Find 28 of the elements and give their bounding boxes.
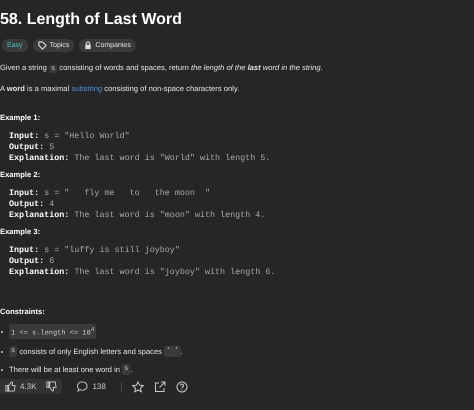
comments-button[interactable]: 138 (72, 379, 111, 394)
field-value: The last word is "joyboy" with length 6. (74, 267, 276, 277)
field-label: Explanation: (9, 210, 70, 220)
field-value: The last word is "World" with length 5. (74, 153, 270, 163)
field-label: Input: (9, 188, 40, 198)
lock-icon (84, 41, 92, 50)
field-value: 5 (49, 142, 54, 152)
comment-icon (77, 381, 88, 392)
help-icon[interactable] (176, 380, 188, 393)
field-label: Output: (9, 199, 44, 209)
field-label: Explanation: (9, 153, 70, 163)
field-label: Input: (9, 131, 40, 141)
field-value: The last word is "moon" with length 4. (74, 210, 266, 220)
problem-title: 58. Length of Last Word (0, 10, 183, 30)
share-icon[interactable] (154, 380, 166, 393)
field-label: Output: (9, 142, 44, 152)
field-label: Input: (9, 245, 40, 255)
field-value: s = "Hello World" (44, 131, 130, 141)
field-value: 6 (49, 256, 54, 266)
field-label: Explanation: (9, 267, 70, 277)
thumbs-up-icon (5, 381, 16, 392)
tag-icon (38, 41, 47, 50)
field-value: 4 (49, 199, 54, 209)
star-icon[interactable] (132, 380, 144, 393)
thumbs-down-icon (46, 381, 58, 392)
field-value: s = " fly me to the moon " (44, 188, 210, 198)
field-label: Output: (9, 256, 44, 266)
field-value: s = "luffy is still joyboy" (44, 245, 180, 255)
